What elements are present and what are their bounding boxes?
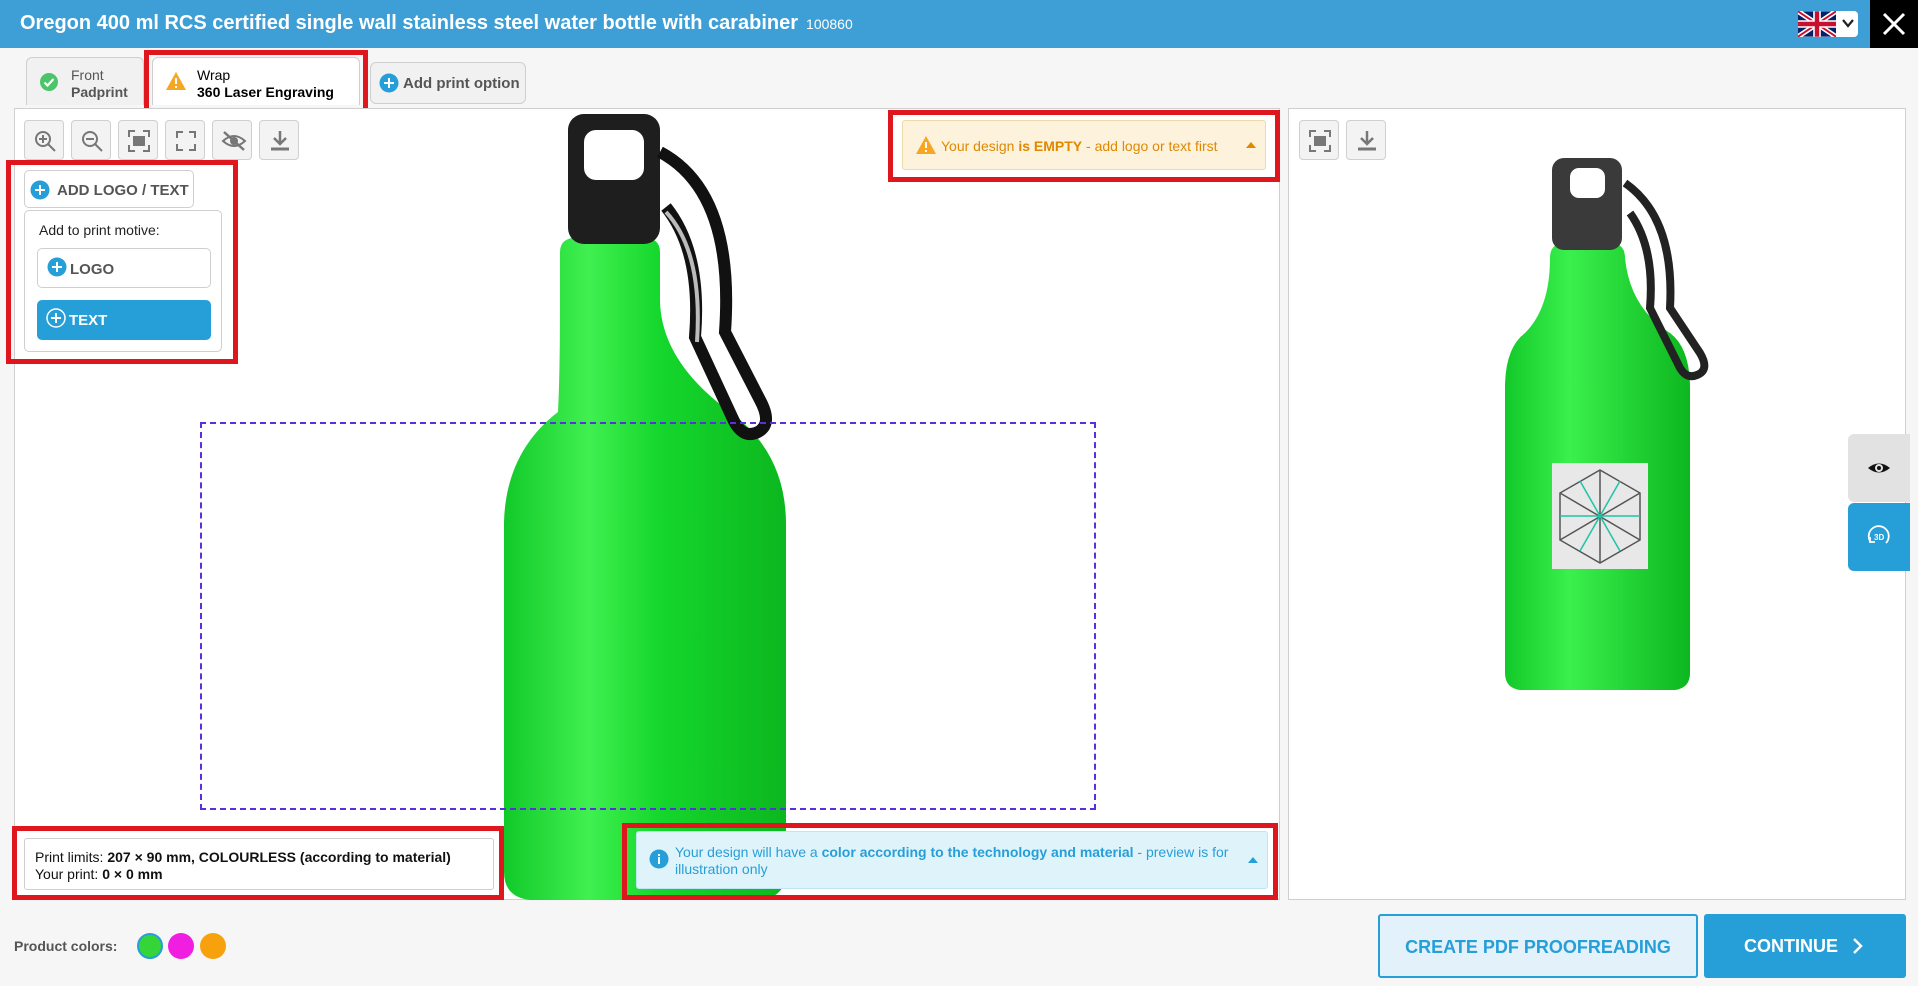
highlight-frame bbox=[888, 110, 1280, 182]
eye-slash-icon bbox=[221, 131, 247, 151]
zoom-out-button[interactable] bbox=[71, 120, 111, 160]
create-pdf-proofreading-button[interactable]: CREATE PDF PROOFREADING bbox=[1378, 914, 1698, 978]
plus-circle-icon bbox=[379, 73, 399, 93]
close-button[interactable] bbox=[1870, 0, 1918, 48]
toggle-visibility-button[interactable] bbox=[212, 120, 252, 160]
fullscreen-icon bbox=[176, 131, 196, 151]
fit-screen-icon bbox=[128, 130, 150, 152]
zoom-out-icon bbox=[82, 131, 103, 152]
continue-button[interactable]: CONTINUE bbox=[1704, 914, 1906, 978]
download-button[interactable] bbox=[259, 120, 299, 160]
tab-front-padprint[interactable]: Front Padprint bbox=[26, 57, 144, 105]
close-icon bbox=[1882, 12, 1906, 36]
product-preview-image bbox=[1505, 158, 1709, 690]
add-print-option-button[interactable]: Add print option bbox=[370, 62, 526, 104]
color-swatch-orange[interactable] bbox=[200, 933, 226, 959]
fit-screen-icon bbox=[1309, 130, 1331, 152]
highlight-frame bbox=[12, 826, 504, 900]
preview-fit-button[interactable] bbox=[1299, 120, 1339, 160]
color-swatch-magenta[interactable] bbox=[168, 933, 194, 959]
download-icon bbox=[271, 131, 289, 151]
zoom-in-icon bbox=[35, 131, 56, 152]
tab-front-label: Front bbox=[71, 67, 104, 83]
product-title: Oregon 400 ml RCS certified single wall … bbox=[20, 12, 853, 34]
print-area-boundary bbox=[200, 422, 1096, 810]
preview-download-button[interactable] bbox=[1346, 120, 1386, 160]
highlight-frame bbox=[144, 50, 368, 116]
tab-front-technique: Padprint bbox=[71, 84, 128, 100]
zoom-in-button[interactable] bbox=[24, 120, 64, 160]
download-icon bbox=[1358, 131, 1376, 151]
chevron-right-icon bbox=[1853, 938, 1863, 954]
title-bar: Oregon 400 ml RCS certified single wall … bbox=[0, 0, 1918, 48]
product-colors-label: Product colors: bbox=[14, 938, 118, 954]
uk-flag-icon bbox=[1798, 11, 1836, 37]
fit-to-screen-button[interactable] bbox=[118, 120, 158, 160]
color-swatch-green[interactable] bbox=[137, 933, 163, 959]
language-selector[interactable] bbox=[1798, 11, 1858, 37]
preview-3d-tab[interactable]: 3D bbox=[1848, 503, 1910, 571]
continue-label: CONTINUE bbox=[1744, 936, 1838, 956]
add-print-option-label: Add print option bbox=[403, 75, 520, 92]
preview-view-tab[interactable] bbox=[1848, 434, 1910, 502]
highlight-frame bbox=[622, 823, 1278, 900]
highlight-frame bbox=[6, 160, 238, 364]
eye-icon bbox=[1868, 463, 1890, 473]
svg-text:3D: 3D bbox=[1874, 533, 1884, 542]
product-code: 100860 bbox=[806, 16, 853, 32]
3d-rotate-icon: 3D bbox=[1867, 525, 1890, 544]
chevron-down-icon bbox=[1842, 19, 1854, 28]
create-pdf-label: CREATE PDF PROOFREADING bbox=[1405, 937, 1671, 957]
check-circle-icon bbox=[40, 73, 58, 91]
fullscreen-button[interactable] bbox=[165, 120, 205, 160]
